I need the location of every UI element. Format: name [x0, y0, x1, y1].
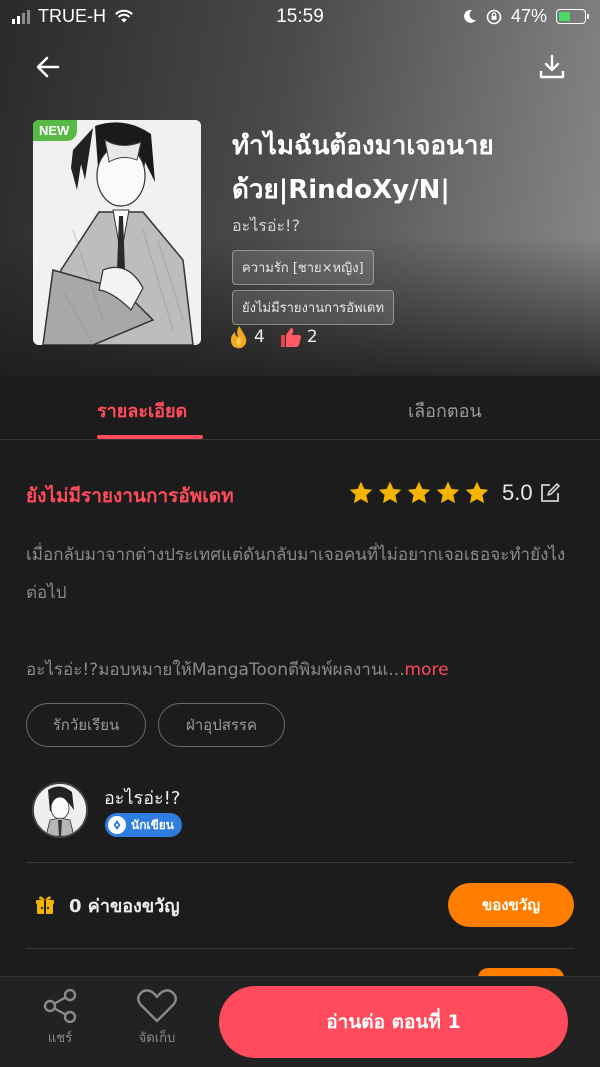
update-status-heading: ยังไม่มีรายงานการอัพเดท [26, 485, 234, 507]
fire-count: 4 [254, 327, 265, 347]
book-description: เมื่อกลับมาจากต่างประเทศแต่ดันกลับมาเจอค… [26, 545, 566, 603]
thumbs-up-icon [280, 328, 301, 347]
fire-icon [231, 326, 247, 349]
genre-tag-obstacles[interactable]: ฝ่าอุปสรรค [158, 703, 285, 747]
star-icon [349, 481, 373, 504]
active-tab-indicator [97, 435, 203, 439]
gift-row: 0 ค่าของขวัญ ของขวัญ [26, 880, 574, 930]
book-title: ทำไมฉันต้องมาเจอนายด้วย|RindoXy/N| [232, 131, 494, 205]
share-icon [43, 989, 77, 1023]
like-count: 2 [306, 327, 318, 347]
tab-episodes[interactable]: เลือกตอน [408, 396, 482, 425]
heart-icon [137, 989, 177, 1023]
gift-count: 0 ค่าของขวัญ [69, 895, 180, 917]
genre-tag-school-romance[interactable]: รักวัยเรียน [26, 703, 146, 747]
gift-icon [36, 896, 54, 914]
moon-icon [464, 9, 476, 23]
bottom-action-bar: แชร์ จัดเก็บ อ่านต่อ ตอนที่ 1 [0, 976, 600, 1067]
star-icon [407, 481, 431, 504]
divider [26, 862, 574, 863]
arrow-left-icon [36, 56, 60, 78]
star-icon [436, 481, 460, 504]
writer-badge: นักเขียน [105, 813, 183, 837]
writer-badge-label: นักเขียน [131, 817, 175, 832]
new-badge: NEW [33, 120, 78, 141]
collect-label: จัดเก็บ [138, 1031, 176, 1046]
rotation-lock-icon [486, 9, 502, 24]
divider [26, 948, 574, 949]
star-icon [378, 481, 402, 504]
tab-details[interactable]: รายละเอียด [97, 396, 187, 425]
status-bar: TRUE-H 15:59 47% [0, 0, 600, 34]
like-stat: 2 [279, 326, 318, 348]
book-author[interactable]: อะไรอ่ะ!? [232, 214, 300, 239]
battery-percent: 47% [510, 6, 547, 26]
avatar-illustration [34, 784, 86, 836]
manga-illustration [33, 120, 201, 345]
gift-button[interactable]: ของขวัญ [448, 883, 574, 927]
pen-nib-icon [108, 816, 126, 834]
more-link[interactable]: more [405, 660, 449, 680]
download-button[interactable] [530, 45, 574, 89]
star-icon [465, 481, 489, 504]
download-icon [539, 54, 565, 79]
fire-stat: 4 [228, 325, 265, 349]
rating-value: 5.0 [502, 480, 533, 505]
writer-avatar[interactable] [32, 782, 88, 838]
update-status-tag: ยังไม่มีรายงานการอัพเดท [232, 290, 395, 325]
collect-button[interactable]: จัดเก็บ [136, 989, 178, 1048]
license-note: อะไรอ่ะ!?มอบหมายให้MangaToonตีพิมพ์ผลงาน… [26, 660, 405, 680]
rating[interactable]: 5.0 [348, 480, 561, 506]
back-button[interactable] [26, 45, 70, 89]
category-tag[interactable]: ความรัก [ชาย×หญิง] [232, 250, 374, 285]
share-label: แชร์ [47, 1031, 73, 1046]
tab-bar: รายละเอียด เลือกตอน [0, 376, 600, 440]
writer-name[interactable]: อะไรอ่ะ!? [104, 783, 180, 812]
share-button[interactable]: แชร์ [42, 989, 78, 1048]
cover-image[interactable]: NEW [33, 120, 201, 345]
continue-reading-button[interactable]: อ่านต่อ ตอนที่ 1 [219, 986, 568, 1058]
book-stats: 4 2 [228, 325, 318, 349]
edit-icon[interactable] [539, 482, 561, 504]
license-text: อะไรอ่ะ!?มอบหมายให้MangaToonตีพิมพ์ผลงาน… [26, 654, 586, 686]
battery-icon [556, 9, 589, 24]
rating-stars [348, 480, 490, 506]
